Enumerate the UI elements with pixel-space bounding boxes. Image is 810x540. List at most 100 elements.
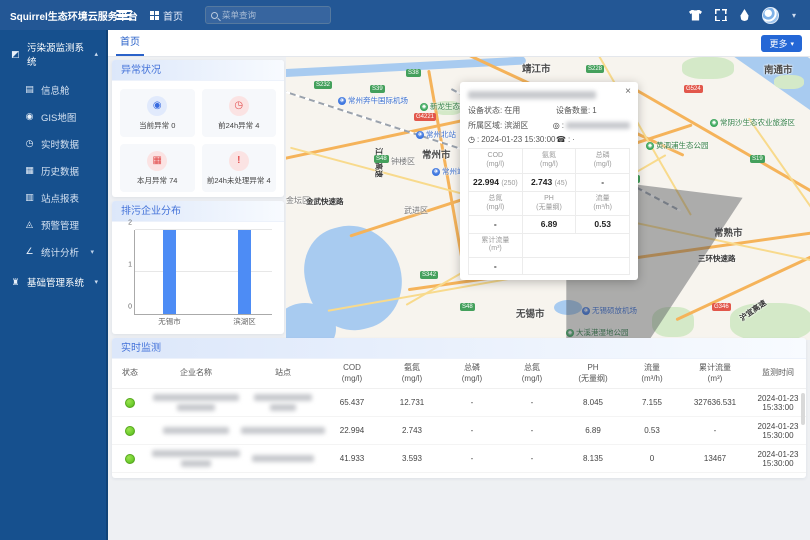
sidebar-item-info-cabin[interactable]: ▤ 信息舱	[0, 76, 106, 103]
table-row[interactable]: 41.9333.593--8.1350134672024-01-23 15:30…	[112, 445, 806, 473]
map-poi[interactable]: ♣黄泗浦生态公园	[646, 140, 709, 151]
road-shield: S228	[586, 65, 604, 73]
chevron-down-icon: ▾	[790, 40, 794, 48]
more-button[interactable]: 更多 ▾	[761, 35, 802, 52]
theme-skin-icon[interactable]	[689, 10, 702, 21]
map-label[interactable]: 武进区	[404, 205, 428, 216]
breadcrumb-home[interactable]: 首页	[163, 8, 183, 23]
metric-unit: (mg/l)	[577, 161, 628, 170]
card-24h-unhandled-abnormal[interactable]: ! 前24h未处理异常 4	[202, 144, 277, 192]
station-name-redacted	[244, 394, 322, 411]
poi-label: 黄泗浦生态公园	[656, 140, 709, 151]
metric-value: 22.994 (250)	[469, 174, 523, 192]
metric-value: 0.53	[576, 216, 630, 233]
map-label[interactable]: 钟楼区	[391, 156, 415, 167]
sidebar-group-base-management[interactable]: ♜ 基础管理系统 ▾	[0, 265, 106, 297]
y-axis-tick: 1	[122, 262, 132, 269]
monitor-system-icon: ◩	[10, 49, 21, 60]
map-label[interactable]: 靖江市	[522, 61, 551, 75]
device-count-value: 1	[592, 106, 596, 115]
table-row[interactable]: 22.9942.743--6.890.53-2024-01-23 15:30:0…	[112, 417, 806, 445]
sidebar-item-alert-management[interactable]: ◬ 预警管理	[0, 211, 106, 238]
value-cell: -	[502, 454, 562, 463]
map-railway	[286, 83, 471, 153]
park-icon: ♣	[710, 119, 718, 127]
search-input[interactable]	[222, 10, 325, 20]
metric-label: 累计流量	[470, 237, 521, 246]
column-label: PH	[562, 363, 624, 373]
value-cell: -	[680, 426, 750, 435]
map-poi[interactable]: ♣常阴沙生态农业旅游区	[710, 117, 795, 128]
clock-icon: ◷	[468, 135, 475, 144]
sidebar-group-pollution-monitoring[interactable]: ◩ 污染源监测系统 ▴	[0, 30, 106, 76]
tab-home[interactable]: 首页	[120, 30, 140, 56]
close-icon[interactable]: ×	[625, 86, 631, 97]
table-scrollbar[interactable]	[801, 393, 805, 425]
search-icon	[211, 12, 218, 19]
bell-icon: ◬	[24, 219, 35, 230]
fullscreen-icon[interactable]	[715, 9, 727, 21]
transport-icon: ✈	[338, 97, 346, 105]
park-icon: ♣	[420, 103, 428, 111]
redacted-address	[566, 122, 630, 129]
sidebar-item-realtime-data[interactable]: ◷ 实时数据	[0, 130, 106, 157]
time-cell: 2024-01-23 15:30:00	[750, 422, 806, 440]
card-month-abnormal[interactable]: ▦ 本月异常 74	[120, 144, 195, 192]
popup-time: 2024-01-23 15:30:00	[481, 135, 555, 144]
column-header: PH(无量纲)	[562, 363, 624, 384]
user-avatar[interactable]	[762, 7, 779, 24]
column-unit: (mg/l)	[442, 374, 502, 384]
card-current-abnormal[interactable]: ◉ 当前异常 0	[120, 89, 195, 137]
archive-icon: ▦	[24, 165, 35, 176]
value-cell: 65.437	[322, 398, 382, 407]
column-header: 总磷(mg/l)	[442, 363, 502, 384]
map-label[interactable]: 常州市	[422, 147, 451, 161]
map-label[interactable]: 南通市	[764, 62, 793, 76]
column-unit: (mg/l)	[322, 374, 382, 384]
metric-unit: (m³)	[470, 245, 521, 254]
hamburger-menu-icon[interactable]	[116, 8, 132, 22]
chevron-up-icon: ▴	[94, 50, 98, 58]
status-cell	[112, 398, 148, 408]
status-cell	[112, 454, 148, 464]
realtime-monitoring-panel: 实时监测 状态企业名称站点COD(mg/l)氨氮(mg/l)总磷(mg/l)总氮…	[112, 338, 806, 478]
road-shield: S19	[750, 155, 765, 163]
column-unit: (mg/l)	[502, 374, 562, 384]
sidebar-item-history-data[interactable]: ▦ 历史数据	[0, 157, 106, 184]
menu-search[interactable]	[205, 6, 331, 24]
sidebar-item-statistics[interactable]: ∠ 统计分析 ▾	[0, 238, 106, 265]
home-grid-icon	[150, 11, 159, 20]
map-poi[interactable]: ✈常州奔牛国际机场	[338, 95, 408, 106]
map-label[interactable]: 无锡市	[516, 306, 545, 320]
card-24h-abnormal[interactable]: ◷ 前24h异常 4	[202, 89, 277, 137]
tab-bar: 首页 更多 ▾	[108, 30, 810, 57]
user-menu-chevron-icon[interactable]: ▾	[792, 11, 796, 20]
map-label[interactable]: 金武快速路	[306, 196, 344, 207]
table-row[interactable]: 65.43712.731--8.0457.155327636.5312024-0…	[112, 389, 806, 417]
metric-label: 氨氮	[524, 152, 575, 161]
breadcrumb[interactable]: 首页	[150, 8, 183, 23]
chart-bar[interactable]	[238, 230, 251, 314]
bar-chart: 012无锡市滨湖区	[120, 226, 276, 331]
park-icon: ♣	[646, 142, 654, 150]
redacted-text	[163, 427, 229, 434]
gis-map[interactable]: 靖江市南通市常州市常熟市无锡市钟楼区武进区金坛区金武快速路三环快速路沪宜高速江宜…	[286, 57, 810, 340]
sidebar-item-gis-map[interactable]: ◉ GIS地图	[0, 103, 106, 130]
status-ok-dot	[125, 454, 135, 464]
building-icon: ♜	[10, 277, 21, 288]
sidebar-group-label: 基础管理系统	[27, 275, 84, 289]
metric-header: 累计流量(m³)	[469, 234, 523, 259]
flame-icon[interactable]	[740, 9, 749, 21]
road-shield: S342	[420, 271, 438, 279]
metric-label: 流量	[577, 195, 628, 204]
enterprise-distribution-panel: 排污企业分布 012无锡市滨湖区	[112, 201, 284, 334]
chart-bar[interactable]	[163, 230, 176, 314]
alarm-icon: ◉	[147, 96, 167, 116]
metric-label: 总磷	[577, 152, 628, 161]
green-area	[682, 57, 734, 79]
column-label: 累计流量	[680, 363, 750, 373]
map-poi[interactable]: ✈常州北站	[416, 129, 456, 140]
sidebar-item-station-report[interactable]: ▥ 站点报表	[0, 184, 106, 211]
road-shield: S48	[460, 303, 475, 311]
column-header: 氨氮(mg/l)	[382, 363, 442, 384]
